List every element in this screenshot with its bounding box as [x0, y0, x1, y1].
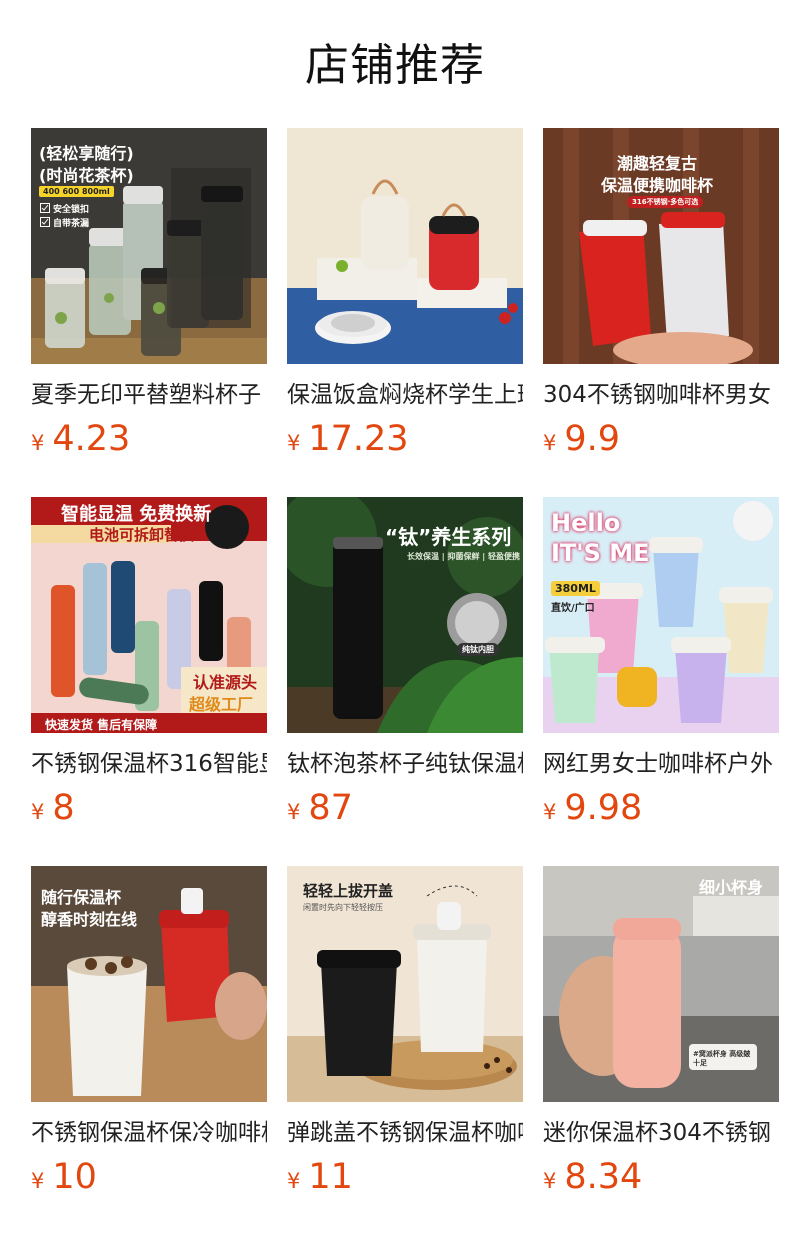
- product-card[interactable]: 细小杯身 #窝派杯身 高级皴十足 迷你保温杯304不锈钢 ¥8.34: [543, 866, 779, 1235]
- product-card[interactable]: 保温饭盒焖烧杯学生上班 ¥17.23: [287, 128, 523, 497]
- image-banner: 电池可拆卸替换: [89, 526, 195, 544]
- price-value: 17.23: [308, 419, 409, 459]
- currency-symbol: ¥: [287, 431, 301, 455]
- image-caption: 轻轻上拔开盖: [303, 882, 394, 900]
- currency-symbol: ¥: [31, 800, 45, 824]
- product-price: ¥9.98: [543, 787, 779, 829]
- product-card[interactable]: Hello IT'S ME 380ML 直饮/广口 网红男女士咖啡杯户外 ¥9.…: [543, 497, 779, 866]
- product-image[interactable]: 随行保温杯 醇香时刻在线: [31, 866, 267, 1102]
- product-card[interactable]: 轻轻上拔开盖 闲置时先向下轻轻按压 弹跳盖不锈钢保温杯咖啡 ¥11: [287, 866, 523, 1235]
- currency-symbol: ¥: [543, 431, 557, 455]
- price-value: 8: [52, 788, 75, 828]
- product-image[interactable]: (轻松享随行) (时尚花茶杯) 400 600 800ml 安全锁扣 自带茶漏: [31, 128, 267, 364]
- product-price: ¥11: [287, 1156, 523, 1198]
- price-value: 11: [308, 1157, 353, 1197]
- image-caption: IT'S ME: [551, 539, 650, 567]
- product-title[interactable]: 迷你保温杯304不锈钢: [543, 1116, 779, 1150]
- image-tag: 400 600 800ml: [39, 186, 114, 197]
- product-image[interactable]: Hello IT'S ME 380ML 直饮/广口: [543, 497, 779, 733]
- product-card[interactable]: 随行保温杯 醇香时刻在线 不锈钢保温杯保冷咖啡杯 ¥10: [31, 866, 267, 1235]
- product-image[interactable]: “钛”养生系列 长效保温 | 抑菌保鲜 | 轻盈便携 纯钛内胆: [287, 497, 523, 733]
- product-price: ¥9.9: [543, 418, 779, 460]
- product-title[interactable]: 304不锈钢咖啡杯男女: [543, 378, 779, 412]
- image-badge: 纯钛内胆: [457, 643, 499, 656]
- product-price: ¥4.23: [31, 418, 267, 460]
- image-caption: (轻松享随行): [39, 144, 134, 163]
- currency-symbol: ¥: [287, 800, 301, 824]
- checkbox-icon: [40, 203, 50, 227]
- price-value: 8.34: [564, 1157, 643, 1197]
- image-caption: Hello: [551, 509, 621, 537]
- product-grid: (轻松享随行) (时尚花茶杯) 400 600 800ml 安全锁扣 自带茶漏 …: [31, 128, 779, 1235]
- image-caption: 长效保温 | 抑菌保鲜 | 轻盈便携: [407, 552, 520, 561]
- image-caption: 闲置时先向下轻轻按压: [303, 903, 383, 912]
- product-title[interactable]: 不锈钢保温杯保冷咖啡杯: [31, 1116, 267, 1150]
- product-card[interactable]: 潮趣轻复古 保温便携咖啡杯 316不锈钢·多色可选 304不锈钢咖啡杯男女 ¥9…: [543, 128, 779, 497]
- product-image[interactable]: 轻轻上拔开盖 闲置时先向下轻轻按压: [287, 866, 523, 1102]
- price-value: 4.23: [52, 419, 131, 459]
- product-title[interactable]: 钛杯泡茶杯子纯钛保温杯: [287, 747, 523, 781]
- product-image[interactable]: 细小杯身 #窝派杯身 高级皴十足: [543, 866, 779, 1102]
- image-caption: 保温便携咖啡杯: [601, 176, 714, 195]
- product-price: ¥17.23: [287, 418, 523, 460]
- currency-symbol: ¥: [287, 1169, 301, 1193]
- image-headline: “钛”养生系列: [385, 525, 512, 549]
- product-card[interactable]: “钛”养生系列 长效保温 | 抑菌保鲜 | 轻盈便携 纯钛内胆 钛杯泡茶杯子纯钛…: [287, 497, 523, 866]
- image-caption: 自带茶漏: [53, 219, 90, 229]
- product-title[interactable]: 夏季无印平替塑料杯子: [31, 378, 267, 412]
- price-value: 9.98: [564, 788, 643, 828]
- product-card[interactable]: (轻松享随行) (时尚花茶杯) 400 600 800ml 安全锁扣 自带茶漏 …: [31, 128, 267, 497]
- product-title[interactable]: 不锈钢保温杯316智能显温: [31, 747, 267, 781]
- image-tag: 380ML: [551, 581, 600, 596]
- image-tag: 直饮/广口: [551, 603, 595, 614]
- currency-symbol: ¥: [543, 1169, 557, 1193]
- currency-symbol: ¥: [31, 431, 45, 455]
- product-title[interactable]: 保温饭盒焖烧杯学生上班: [287, 378, 523, 412]
- image-caption: (时尚花茶杯): [39, 166, 134, 185]
- product-image[interactable]: 潮趣轻复古 保温便携咖啡杯 316不锈钢·多色可选: [543, 128, 779, 364]
- image-tag: #窝派杯身 高级皴十足: [693, 1050, 751, 1067]
- price-value: 10: [52, 1157, 97, 1197]
- product-image[interactable]: [287, 128, 523, 364]
- image-caption: 潮趣轻复古: [617, 154, 698, 173]
- currency-symbol: ¥: [31, 1169, 45, 1193]
- page-title: 店铺推荐: [305, 40, 485, 91]
- price-value: 87: [308, 788, 353, 828]
- image-caption: 超级工厂: [189, 695, 254, 714]
- image-caption: 安全锁扣: [53, 205, 90, 215]
- image-tag: 316不锈钢·多色可选: [627, 196, 704, 208]
- currency-symbol: ¥: [543, 800, 557, 824]
- product-price: ¥8: [31, 787, 267, 829]
- product-price: ¥87: [287, 787, 523, 829]
- image-footer: 快速发货 售后有保障: [45, 718, 158, 732]
- product-price: ¥8.34: [543, 1156, 779, 1198]
- product-title[interactable]: 网红男女士咖啡杯户外: [543, 747, 779, 781]
- product-title[interactable]: 弹跳盖不锈钢保温杯咖啡: [287, 1116, 523, 1150]
- product-card[interactable]: 智能显温 免费换新 电池可拆卸替换 认准源头 超级工厂 快速发货 售后有保障 不…: [31, 497, 267, 866]
- image-caption: 认准源头: [193, 673, 258, 692]
- image-banner: 智能显温 免费换新: [61, 504, 212, 525]
- product-price: ¥10: [31, 1156, 267, 1198]
- image-caption: 醇香时刻在线: [41, 910, 138, 929]
- image-caption: 细小杯身: [699, 878, 764, 897]
- price-value: 9.9: [564, 419, 621, 459]
- image-caption: 随行保温杯: [41, 888, 122, 907]
- product-image[interactable]: 智能显温 免费换新 电池可拆卸替换 认准源头 超级工厂 快速发货 售后有保障: [31, 497, 267, 733]
